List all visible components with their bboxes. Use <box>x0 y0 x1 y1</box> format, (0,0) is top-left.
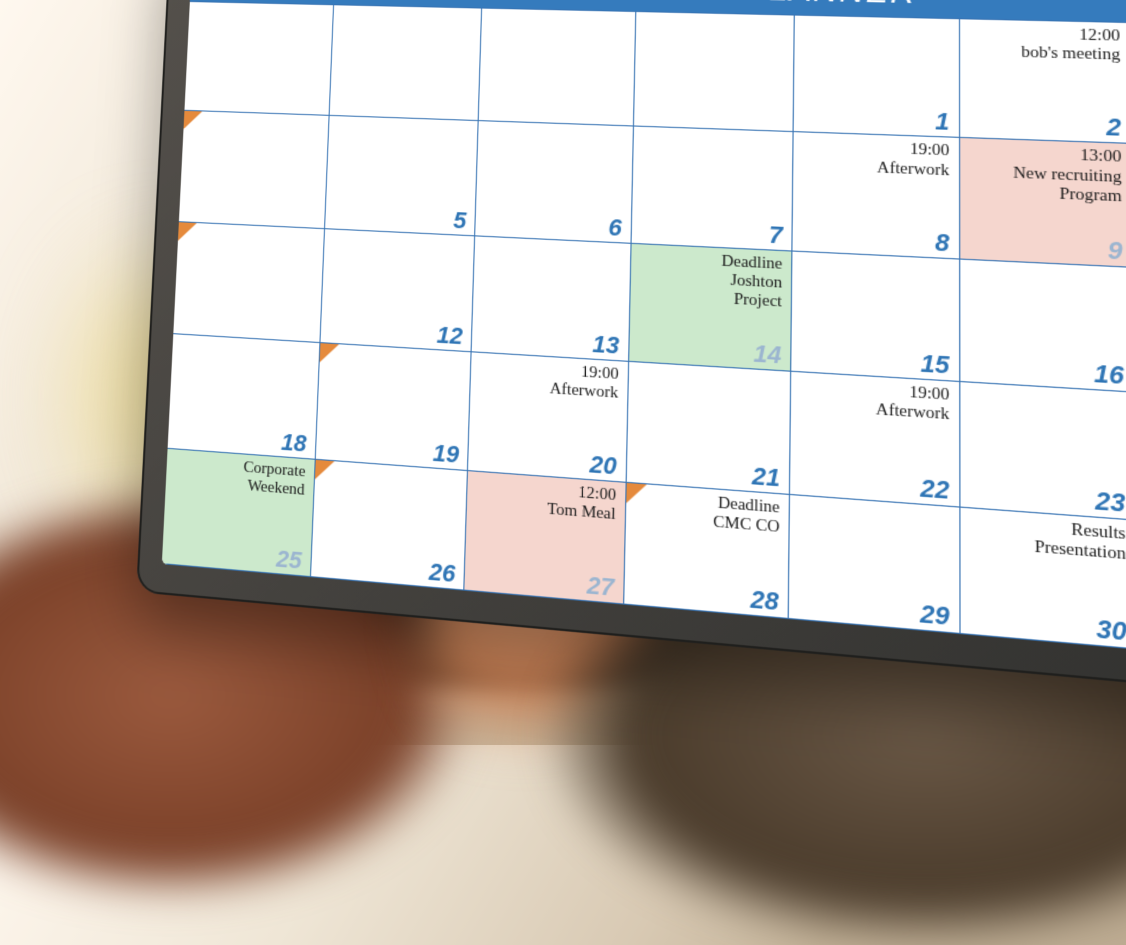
calendar-cell[interactable]: 15 <box>790 250 960 382</box>
event-text: Deadline Joshton Project <box>721 252 783 312</box>
corner-marker-icon <box>626 482 647 504</box>
day-number: 12 <box>436 323 463 348</box>
day-number: 16 <box>1094 362 1124 389</box>
calendar-cell[interactable]: 12 <box>319 228 475 353</box>
day-number: 19 <box>432 441 459 467</box>
calendar-cell[interactable]: 19:00 Afterwork 20 <box>467 351 629 482</box>
day-number: 13 <box>592 333 619 359</box>
calendar-cell[interactable] <box>178 110 329 229</box>
calendar-cell[interactable]: 13 <box>471 235 632 362</box>
calendar-cell[interactable]: Deadline CMC CO 28 <box>623 481 791 619</box>
calendar-cell[interactable] <box>328 4 482 121</box>
day-number: 20 <box>589 452 617 478</box>
calendar-cell[interactable]: 26 <box>309 458 468 590</box>
day-number: 26 <box>428 560 455 587</box>
calendar-cell[interactable] <box>172 221 324 343</box>
calendar-cell[interactable]: 18 <box>167 333 320 459</box>
day-number: 30 <box>1096 616 1126 645</box>
event-text: Results Presentation <box>1034 517 1126 565</box>
corner-marker-icon <box>178 222 197 241</box>
day-number: 18 <box>281 430 307 455</box>
event-text: 19:00 Afterwork <box>549 362 618 404</box>
calendar-cell[interactable]: Results Presentation 30 <box>959 506 1126 650</box>
calendar-cell[interactable]: 6 <box>474 120 633 243</box>
laptop: CALENDAR · PLANNER 112:00 bob's meeting2… <box>136 0 1126 703</box>
day-number: 15 <box>921 351 950 378</box>
event-text: 19:00 Afterwork <box>877 140 950 181</box>
calendar-cell[interactable]: 5 <box>324 115 479 236</box>
calendar-cell[interactable]: Corporate Weekend 25 <box>162 447 316 577</box>
calendar-cell[interactable]: 12:00 Tom Meal 27 <box>463 470 626 605</box>
calendar-cell[interactable] <box>633 11 796 133</box>
day-number: 5 <box>453 209 467 233</box>
day-number: 22 <box>920 475 949 503</box>
day-number: 27 <box>587 573 615 600</box>
calendar-cell[interactable]: 7 <box>630 126 794 252</box>
calendar-cell[interactable]: 19:00 Afterwork 8 <box>792 131 960 259</box>
day-number: 29 <box>920 601 949 629</box>
calendar-cell[interactable]: 16 <box>959 258 1126 393</box>
calendar-cell[interactable]: 13:00 New recruiting Program 9 <box>959 137 1126 267</box>
day-number: 14 <box>753 342 781 368</box>
calendar-cell[interactable]: Deadline Joshton Project 14 <box>628 243 793 373</box>
event-text: 19:00 Afterwork <box>876 382 950 426</box>
day-number: 28 <box>750 587 779 615</box>
laptop-screen: CALENDAR · PLANNER 112:00 bob's meeting2… <box>162 0 1126 666</box>
event-text: 12:00 bob's meeting <box>1021 25 1120 66</box>
event-text: 12:00 Tom Meal <box>547 481 616 525</box>
calendar-grid: 1 12:00 bob's meeting 23 5 6 7 19:00 Afterwork… <box>162 2 1126 666</box>
day-number: 1 <box>935 110 949 135</box>
calendar-cell[interactable]: 23 <box>959 381 1126 520</box>
day-number: 25 <box>276 547 302 573</box>
calendar-cell[interactable]: 19 <box>314 342 472 471</box>
day-number: 7 <box>769 223 783 248</box>
corner-marker-icon <box>315 459 335 480</box>
calendar-cell[interactable]: 29 <box>788 493 960 634</box>
day-number: 23 <box>1095 488 1125 516</box>
day-number: 21 <box>752 463 780 490</box>
day-number: 8 <box>935 230 949 255</box>
event-text: 13:00 New recruiting Program <box>1013 145 1122 207</box>
event-text: Deadline CMC CO <box>713 493 780 537</box>
calendar-cell[interactable]: 19:00 Afterwork 22 <box>789 371 960 507</box>
day-number: 2 <box>1106 115 1121 140</box>
calendar-cell[interactable] <box>183 1 333 116</box>
corner-marker-icon <box>319 343 338 363</box>
day-number: 6 <box>608 216 622 240</box>
day-number: 9 <box>1107 238 1122 264</box>
calendar-cell[interactable]: 21 <box>625 361 791 495</box>
event-text: Corporate Weekend <box>242 458 305 500</box>
calendar-cell[interactable] <box>478 8 636 127</box>
calendar-cell[interactable]: 12:00 bob's meeting 2 <box>959 18 1126 144</box>
corner-marker-icon <box>183 111 202 130</box>
calendar-cell[interactable]: 1 <box>793 14 960 138</box>
